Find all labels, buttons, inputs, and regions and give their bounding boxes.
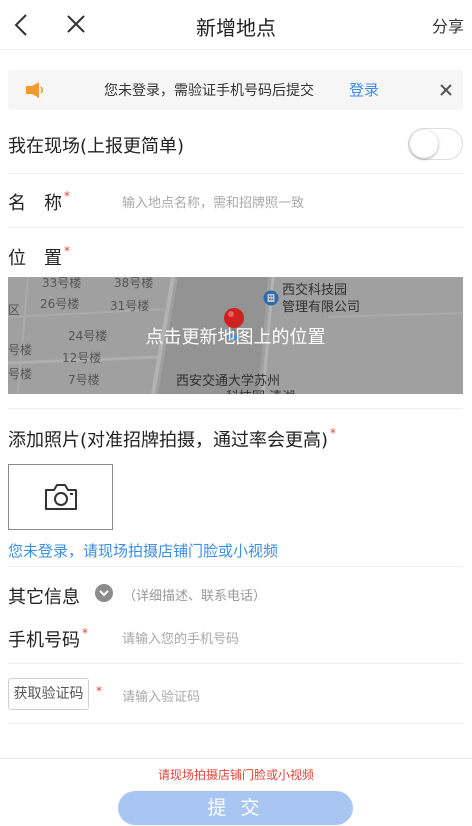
verify-code-row: 获取验证码 * 请输入验证码 — [8, 670, 463, 724]
chevron-down-icon — [99, 590, 109, 597]
required-mark: * — [82, 626, 88, 640]
required-mark: * — [96, 684, 102, 698]
name-input[interactable]: 输入地点名称，需和招牌照一致 — [122, 192, 304, 211]
other-info-hint: （详细描述、联系电话） — [123, 589, 267, 604]
other-info-row: 其它信息 （详细描述、联系电话） — [8, 566, 463, 618]
nav-bar: 新增地点 分享 — [0, 0, 472, 50]
banner-text: 您未登录，需验证手机号码后提交 — [104, 83, 314, 99]
footer-hint: 请现场拍摄店铺门脸或小视频 — [157, 768, 314, 782]
name-row: 名 称 * 输入地点名称，需和招牌照一致 — [8, 174, 463, 228]
name-label: 名 称 * — [8, 189, 70, 214]
page-title: 新增地点 — [196, 16, 276, 40]
share-button[interactable]: 分享 — [432, 13, 464, 37]
on-site-row: 我在现场(上报更简单) — [8, 126, 463, 174]
login-notice-banner: 您未登录，需验证手机号码后提交 登录 — [8, 70, 463, 110]
location-label: 位 置 * — [8, 244, 70, 269]
phone-row: 手机号码 * 请输入您的手机号码 — [8, 618, 463, 664]
camera-icon — [45, 484, 77, 510]
required-mark: * — [64, 244, 70, 258]
photo-row: 添加照片(对准招牌拍摄，通过率会更高) * — [8, 408, 463, 464]
login-link[interactable]: 登录 — [349, 79, 379, 100]
photo-label: 添加照片(对准招牌拍摄，通过率会更高) * — [8, 426, 337, 451]
photo-hint: 您未登录，请现场拍摄店铺门脸或小视频 — [8, 542, 279, 560]
verify-code-input[interactable]: 请输入验证码 — [122, 686, 200, 705]
location-row: 位 置 * — [8, 228, 463, 276]
other-info-expand-button[interactable] — [95, 584, 113, 602]
required-mark: * — [330, 426, 337, 440]
required-mark: * — [64, 189, 70, 203]
footer-bar: 请现场拍摄店铺门脸或小视频 提 交 — [0, 758, 472, 826]
get-code-button[interactable]: 获取验证码 — [8, 678, 89, 710]
add-photo-button[interactable] — [8, 464, 113, 530]
submit-button[interactable]: 提 交 — [118, 791, 353, 825]
speaker-icon — [26, 82, 44, 98]
toggle-knob — [410, 130, 438, 158]
banner-close-icon[interactable] — [438, 82, 454, 98]
on-site-toggle[interactable] — [408, 128, 463, 160]
phone-input[interactable]: 请输入您的手机号码 — [122, 628, 239, 647]
phone-label: 手机号码 * — [8, 626, 88, 651]
on-site-label: 我在现场(上报更简单) — [8, 136, 185, 157]
other-info-label: 其它信息 — [8, 587, 80, 608]
location-map[interactable]: 33号楼 38号楼 26号楼 31号楼 区 24号楼 号楼 12号楼 号楼 7号… — [8, 277, 463, 394]
map-update-prompt: 点击更新地图上的位置 — [145, 327, 326, 348]
